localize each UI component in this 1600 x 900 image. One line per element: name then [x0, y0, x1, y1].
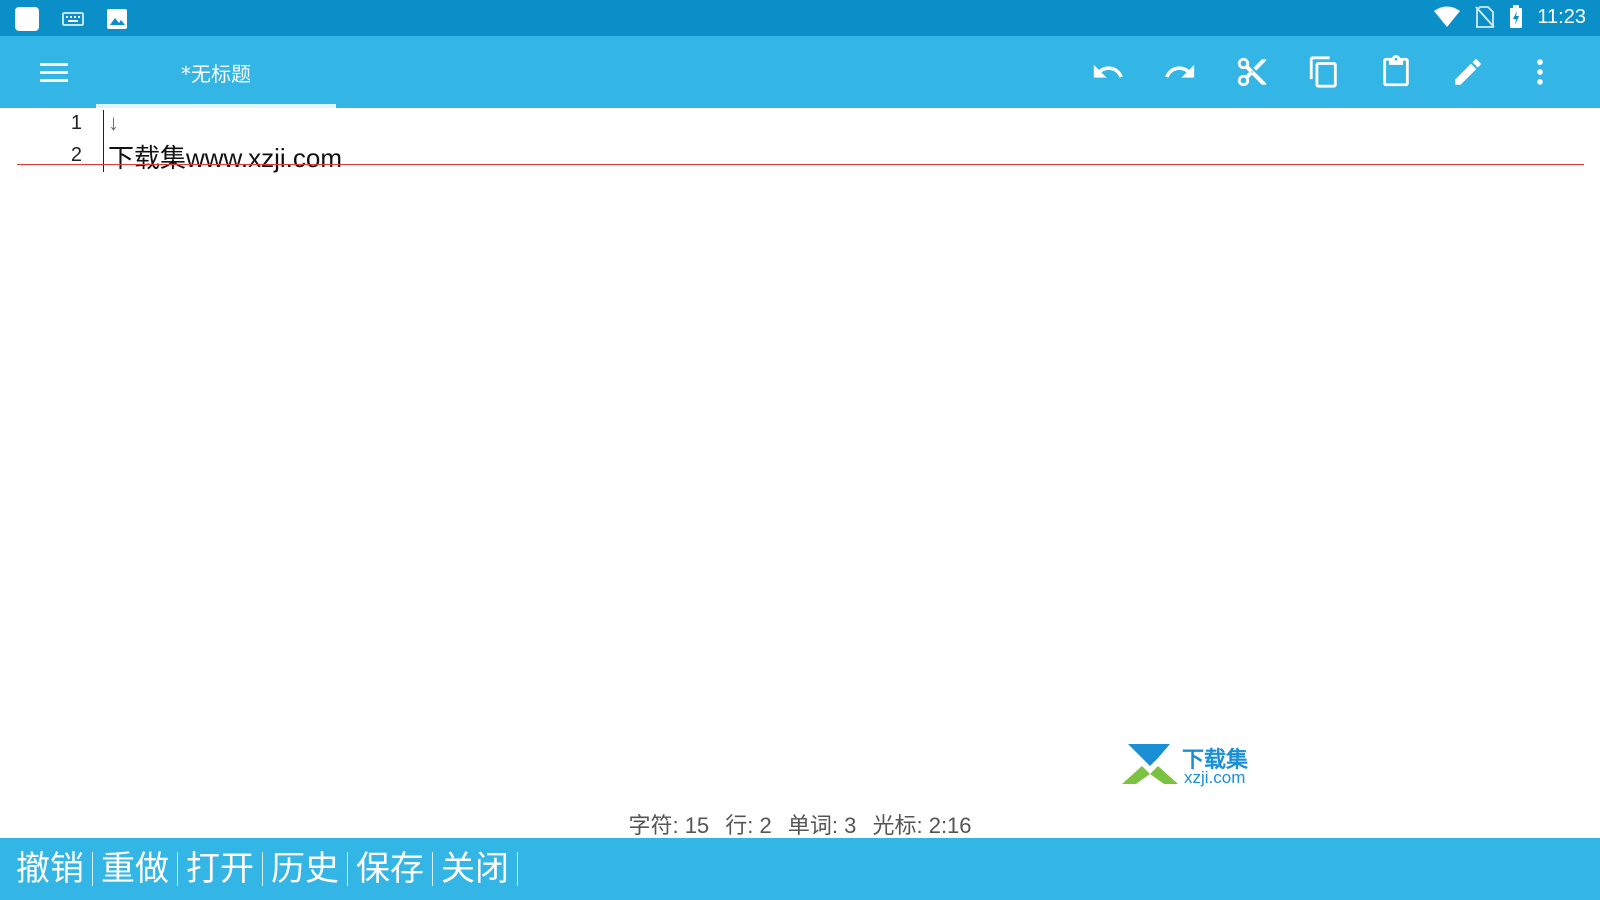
cut-icon: [1237, 57, 1267, 87]
image-icon: [107, 9, 127, 29]
undo-icon: [1093, 64, 1123, 78]
more-options-button[interactable]: [1504, 36, 1576, 108]
xzji-logo-icon: [1122, 744, 1178, 784]
notification-icons: [14, 6, 128, 32]
undo-text-button[interactable]: 撤销: [8, 852, 93, 886]
app-toolbar: *无标题: [0, 36, 1600, 108]
line-number: 1: [70, 112, 82, 134]
tab-untitled[interactable]: *无标题: [96, 36, 336, 108]
redo-text-button[interactable]: 重做: [93, 852, 178, 886]
app-square-icon: [15, 7, 39, 31]
undo-button[interactable]: [1072, 36, 1144, 108]
text-editor[interactable]: 1 ↓ 2 下载集www.xzji.com: [0, 108, 1600, 778]
copy-icon: [1309, 56, 1337, 88]
cursor-position: 光标: 2:16: [872, 813, 972, 838]
clock: 11:23: [1537, 5, 1586, 28]
history-button[interactable]: 历史: [263, 852, 348, 886]
editor-line-1[interactable]: ↓: [108, 110, 119, 136]
copy-button[interactable]: [1288, 36, 1360, 108]
open-button[interactable]: 打开: [178, 852, 263, 886]
paste-icon: [1383, 55, 1409, 87]
keyboard-icon: [62, 12, 84, 26]
system-icons: 11:23: [1433, 5, 1586, 29]
system-status-bar: 11:23: [0, 0, 1600, 36]
edit-icon: [1455, 59, 1481, 85]
paste-button[interactable]: [1360, 36, 1432, 108]
gutter-divider: [103, 110, 104, 172]
word-count: 单词: 3: [787, 813, 857, 838]
watermark-url: xzji.com: [1184, 768, 1246, 787]
redo-button[interactable]: [1144, 36, 1216, 108]
close-button[interactable]: 关闭: [433, 852, 518, 886]
editor-line-2[interactable]: 下载集www.xzji.com: [108, 138, 342, 175]
toolbar-actions: [1072, 36, 1576, 108]
hamburger-menu-icon[interactable]: [34, 56, 74, 88]
document-stats: 字符: 15 行: 2 单词: 3 光标: 2:16: [0, 808, 1600, 840]
cut-button[interactable]: [1216, 36, 1288, 108]
current-line-underline: [17, 164, 1584, 165]
redo-icon: [1165, 64, 1195, 78]
edit-button[interactable]: [1432, 36, 1504, 108]
wifi-icon: [1434, 6, 1461, 27]
no-sim-icon: [1475, 6, 1496, 28]
tab-title: *无标题: [181, 61, 251, 86]
bottom-action-bar: 撤销 重做 打开 历史 保存 关闭: [0, 838, 1600, 900]
line-count: 行: 2: [725, 813, 772, 838]
char-count: 字符: 15: [628, 813, 710, 838]
more-vert-icon: [1537, 59, 1543, 85]
save-button[interactable]: 保存: [348, 852, 433, 886]
xzji-watermark-logo: 下载集 xzji.com: [1122, 740, 1262, 790]
battery-charging-icon: [1510, 5, 1523, 28]
